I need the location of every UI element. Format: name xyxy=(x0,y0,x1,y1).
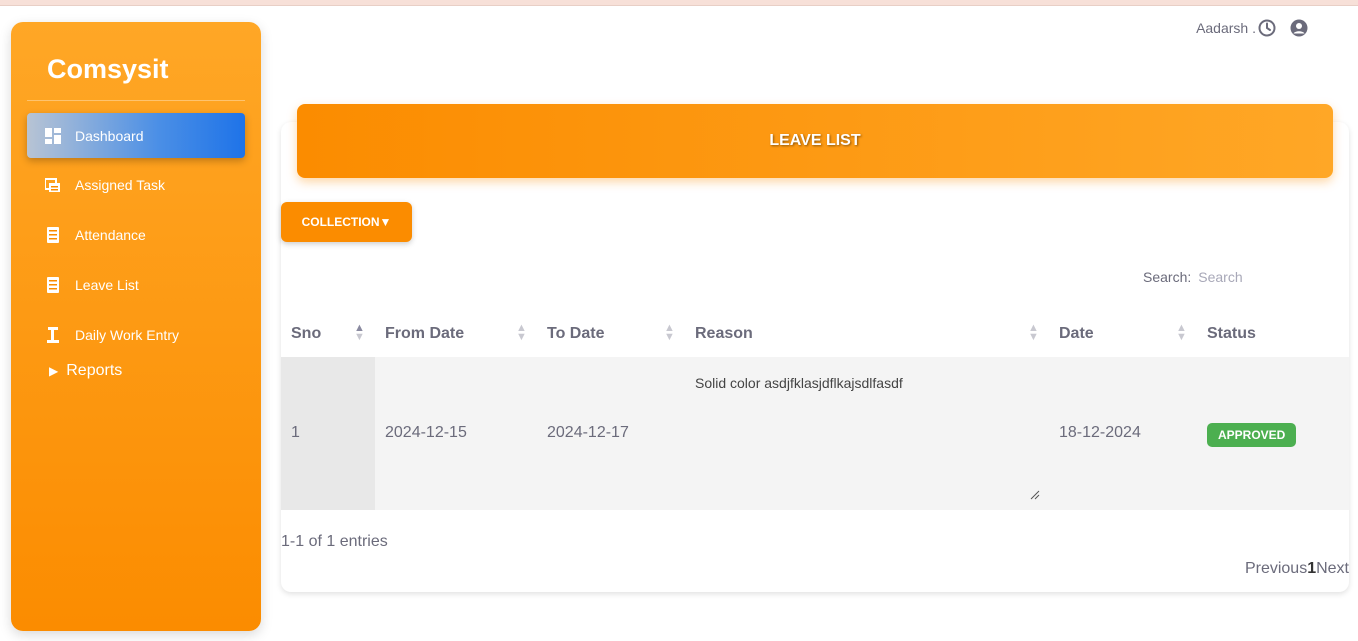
reason-textarea[interactable]: Solid color asdjfklasjdflkajsdlfasdf xyxy=(695,375,1040,502)
user-bar: Aadarsh . xyxy=(1196,18,1308,38)
search-area: Search: xyxy=(1143,269,1339,285)
sort-icon: ▲ ▼ xyxy=(516,322,527,343)
cell-sno: 1 xyxy=(291,424,300,441)
page-number-current[interactable]: 1 xyxy=(1307,560,1316,578)
pagination: Previous 1 Next xyxy=(1245,560,1349,578)
status-badge: APPROVED xyxy=(1207,423,1297,447)
sidebar-item-label: Dashboard xyxy=(75,127,144,144)
next-page-link[interactable]: Next xyxy=(1316,560,1349,578)
user-name: Aadarsh . xyxy=(1196,20,1256,36)
leave-list-icon xyxy=(45,276,61,293)
sidebar: Comsysit Dashboard Assigned Task Attenda… xyxy=(11,22,261,631)
sort-icon: ▲ ▼ xyxy=(664,322,675,343)
cell-date: 18-12-2024 xyxy=(1059,424,1141,441)
brand-logo-text: Comsysit xyxy=(47,54,169,84)
column-header-date[interactable]: Date xyxy=(1059,312,1094,356)
expand-triangle-icon: ▶ xyxy=(49,364,59,378)
sidebar-item-leave-list[interactable]: Leave List xyxy=(27,262,245,307)
brand-divider xyxy=(27,100,245,101)
attendance-icon xyxy=(45,226,61,243)
column-header-sno[interactable]: Sno xyxy=(291,312,321,356)
cell-from-date: 2024-12-15 xyxy=(385,424,467,441)
reports-label: Reports xyxy=(66,362,123,379)
sidebar-item-dashboard[interactable]: Dashboard xyxy=(27,113,245,158)
sidebar-item-label: Assigned Task xyxy=(75,176,166,193)
column-header-reason[interactable]: Reason xyxy=(695,312,753,356)
sidebar-item-label: Leave List xyxy=(75,276,139,293)
resize-grip-icon[interactable] xyxy=(1030,490,1040,500)
task-icon xyxy=(45,177,61,193)
table-row: 1 2024-12-15 2024-12-17 Solid color asdj… xyxy=(281,357,1349,510)
user-avatar-icon[interactable] xyxy=(1290,19,1308,37)
sort-icon: ▲ ▼ xyxy=(1176,322,1187,343)
column-header-status[interactable]: Status xyxy=(1207,312,1256,356)
clock-icon[interactable] xyxy=(1258,19,1276,37)
work-entry-icon xyxy=(45,326,61,343)
column-header-from-date[interactable]: From Date xyxy=(385,312,464,356)
sidebar-item-daily-work-entry[interactable]: Daily Work Entry xyxy=(27,312,245,357)
dashboard-icon xyxy=(45,127,61,144)
cell-to-date: 2024-12-17 xyxy=(547,424,629,441)
sidebar-item-attendance[interactable]: Attendance xyxy=(27,212,245,257)
column-header-to-date[interactable]: To Date xyxy=(547,312,604,356)
sidebar-item-reports[interactable]: ▶ Reports xyxy=(49,362,122,380)
sort-icon: ▲ ▼ xyxy=(354,322,365,343)
sidebar-item-assigned-task[interactable]: Assigned Task xyxy=(27,162,245,207)
search-input[interactable] xyxy=(1198,269,1339,285)
sidebar-item-label: Daily Work Entry xyxy=(75,326,179,343)
search-label: Search: xyxy=(1143,269,1192,285)
entries-info: 1-1 of 1 entries xyxy=(281,533,388,550)
page-title: LEAVE LIST xyxy=(297,104,1333,178)
table-header: Sno ▲ ▼ From Date ▲ ▼ To Date ▲ ▼ Reason ▲ ▼… xyxy=(281,312,1349,356)
collection-dropdown-button[interactable]: COLLECTION▼ xyxy=(281,202,412,242)
previous-page-link[interactable]: Previous xyxy=(1245,560,1307,578)
sort-icon: ▲ ▼ xyxy=(1028,322,1039,343)
sidebar-item-label: Attendance xyxy=(75,226,146,243)
browser-top-strip xyxy=(0,0,1358,6)
